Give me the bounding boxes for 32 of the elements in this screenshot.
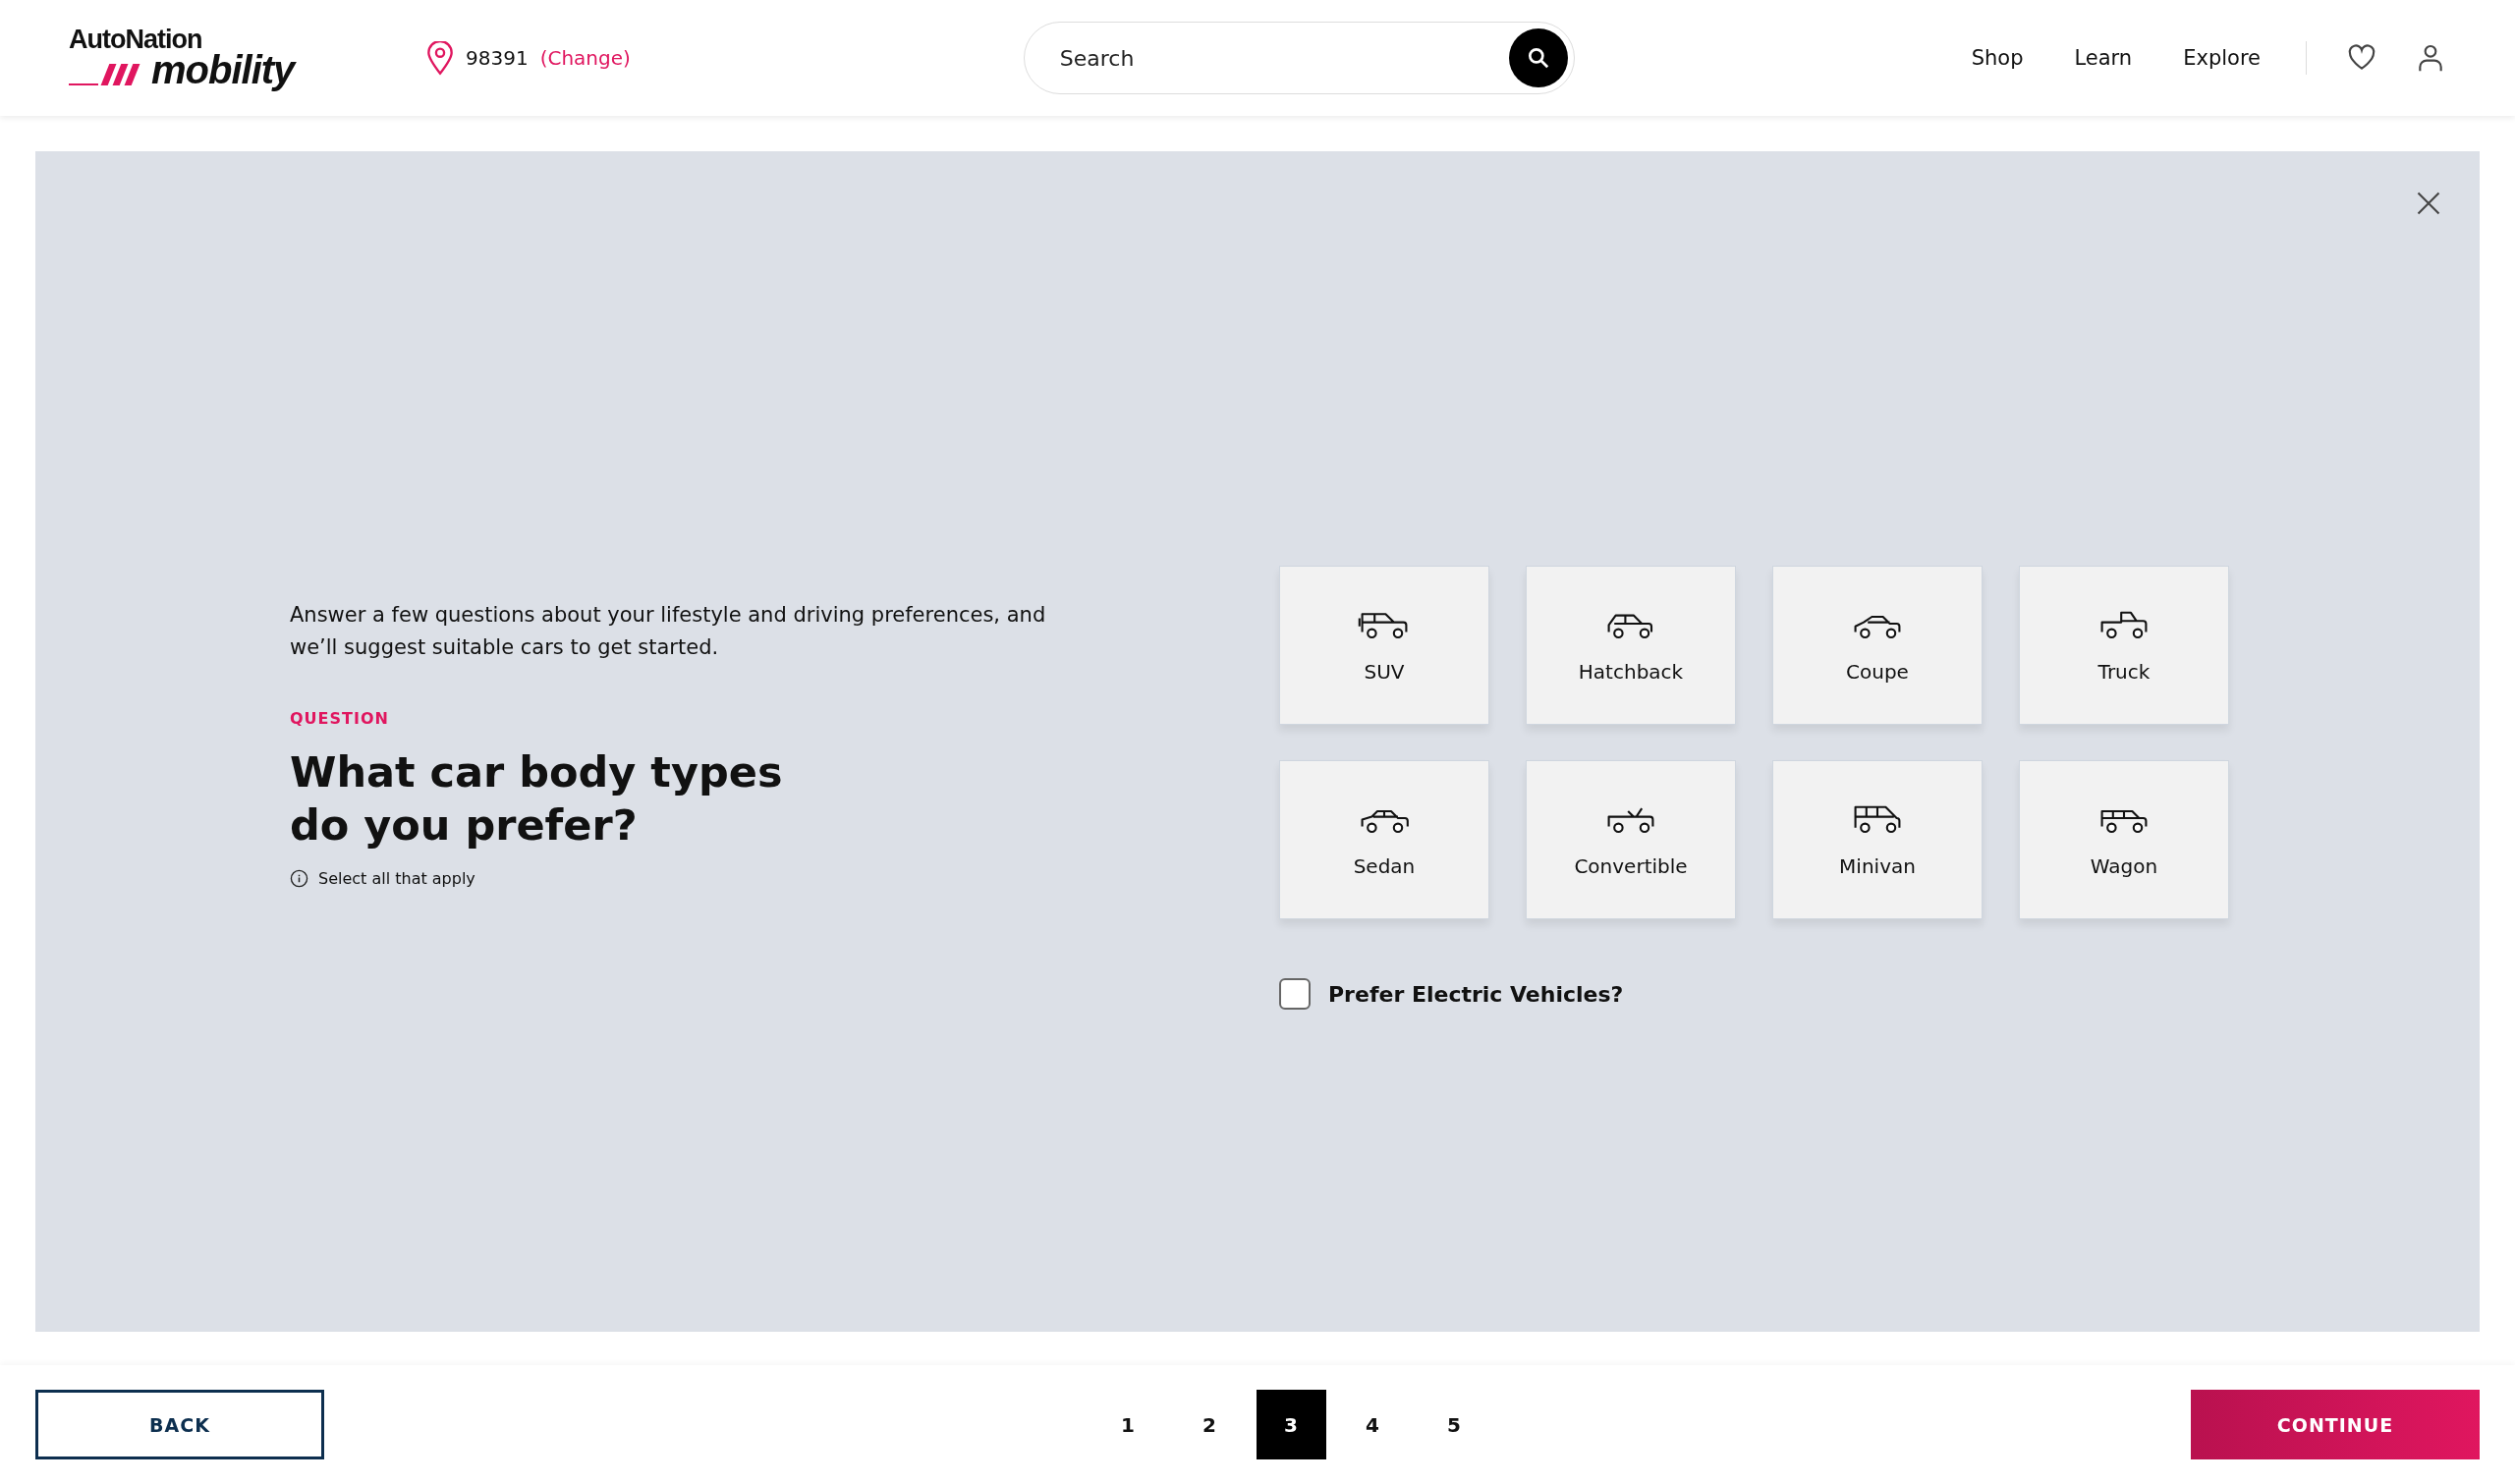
body-type-option[interactable]: Wagon: [2019, 760, 2229, 919]
nav-link[interactable]: Explore: [2183, 46, 2261, 70]
body-type-option[interactable]: SUV: [1279, 566, 1489, 725]
page-step[interactable]: 1: [1092, 1390, 1163, 1459]
logo[interactable]: AutoNation mobility: [69, 26, 305, 90]
close-icon[interactable]: [2415, 190, 2442, 217]
question-title: What car body types do you prefer?: [290, 746, 784, 852]
nav-link[interactable]: Learn: [2074, 46, 2133, 70]
body-type-option[interactable]: Convertible: [1526, 760, 1736, 919]
nav-link[interactable]: Shop: [1971, 46, 2024, 70]
checkbox[interactable]: [1279, 978, 1311, 1010]
body-type-option[interactable]: Hatchback: [1526, 566, 1736, 725]
body-type-option[interactable]: Sedan: [1279, 760, 1489, 919]
page-step[interactable]: 2: [1174, 1390, 1245, 1459]
question-label: QUESTION: [290, 709, 390, 728]
info-icon: [290, 869, 308, 888]
search-button[interactable]: [1508, 28, 1568, 87]
page-step[interactable]: 4: [1337, 1390, 1408, 1459]
continue-button[interactable]: CONTINUE: [2191, 1390, 2480, 1459]
zip-code: 98391: [466, 46, 529, 70]
body-type-option[interactable]: Truck: [2019, 566, 2229, 725]
page-step[interactable]: 3: [1256, 1390, 1326, 1459]
intro-text: Answer a few questions about your lifestyle and driving preferences, and we’ll suggest suitable cars to get started.: [290, 602, 1047, 661]
search-input[interactable]: Search: [1057, 44, 1509, 72]
body-type-option[interactable]: Minivan: [1772, 760, 1983, 919]
change-location-link[interactable]: (Change): [539, 46, 631, 70]
checkbox-label: Prefer Electric Vehicles?: [1328, 981, 1624, 1007]
body-type-option[interactable]: Coupe: [1772, 566, 1983, 725]
hint-text: Select all that apply: [318, 869, 475, 888]
back-button[interactable]: BACK: [35, 1390, 324, 1459]
page-step[interactable]: 5: [1419, 1390, 1489, 1459]
location-pin-icon: [426, 40, 454, 76]
